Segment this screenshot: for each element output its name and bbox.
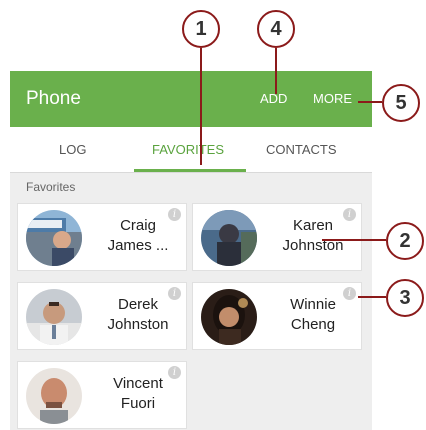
callout-3: 3	[386, 279, 424, 317]
callout-4: 4	[257, 10, 295, 48]
tab-bar: LOG FAVORITES CONTACTS	[10, 127, 372, 173]
info-icon[interactable]: i	[168, 366, 181, 379]
favorites-section-label: Favorites	[26, 180, 76, 194]
favorite-card-craig[interactable]: Craig James ... i	[17, 203, 187, 271]
app-bar: Phone ADD MORE	[10, 71, 372, 127]
callout-1: 1	[182, 10, 220, 48]
contact-name: Vincent Fuori	[90, 374, 186, 414]
info-icon[interactable]: i	[343, 287, 356, 300]
callout-2: 2	[386, 222, 424, 260]
add-button[interactable]: ADD	[260, 91, 287, 106]
avatar	[26, 289, 82, 345]
more-button[interactable]: MORE	[313, 91, 352, 106]
info-icon[interactable]: i	[168, 287, 181, 300]
selected-tab-indicator	[134, 169, 246, 172]
favorite-card-karen[interactable]: Karen Johnston i	[192, 203, 362, 271]
contact-name: Winnie Cheng	[265, 295, 361, 335]
favorite-card-vincent[interactable]: Vincent Fuori i	[17, 361, 187, 429]
avatar	[26, 368, 82, 424]
tab-contacts[interactable]: CONTACTS	[266, 142, 337, 157]
contact-last-name: Fuori	[120, 395, 156, 412]
avatar	[26, 210, 82, 266]
avatar	[201, 210, 257, 266]
app-title: Phone	[26, 88, 81, 109]
contact-last-name: Cheng	[290, 316, 336, 333]
favorite-card-derek[interactable]: Derek Johnston i	[17, 282, 187, 350]
contact-last-name: Johnston	[282, 237, 344, 254]
phone-screen: Phone ADD MORE LOG FAVORITES CONTACTS Fa…	[10, 71, 372, 430]
tab-favorites[interactable]: FAVORITES	[152, 142, 224, 157]
tab-log[interactable]: LOG	[59, 142, 86, 157]
info-icon[interactable]: i	[168, 208, 181, 221]
contact-name: Derek Johnston	[90, 295, 186, 335]
info-icon[interactable]: i	[343, 208, 356, 221]
contact-last-name: James ...	[107, 237, 169, 254]
callout-5: 5	[382, 84, 420, 122]
contact-last-name: Johnston	[107, 316, 169, 333]
avatar	[201, 289, 257, 345]
contact-name: Karen Johnston	[265, 216, 361, 256]
favorite-card-winnie[interactable]: Winnie Cheng i	[192, 282, 362, 350]
contact-name: Craig James ...	[90, 216, 186, 256]
